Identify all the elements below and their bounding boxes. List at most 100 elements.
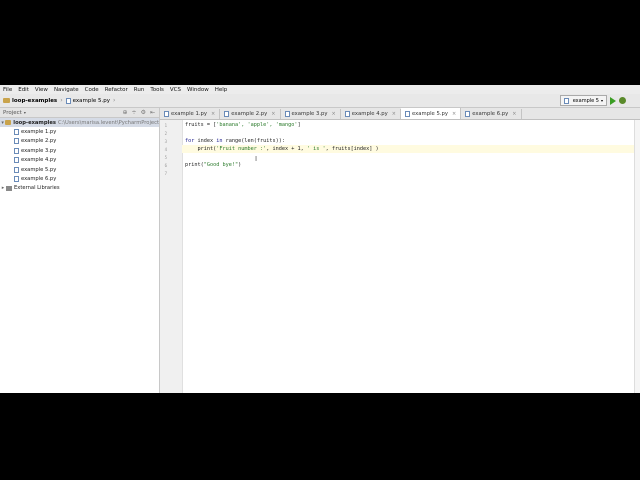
project-panel-header: Project ▾ ⊕ ÷ ⚙ ⇤ [0,108,159,118]
editor-area: example 1.py × example 2.py × example 3.… [160,108,640,393]
code-line-1[interactable]: fruits = ['banana', 'apple', 'mango'] [185,121,301,129]
python-file-icon [14,138,19,145]
tree-item-file[interactable]: example 2.py [0,137,159,146]
python-file-icon [224,111,230,117]
gear-icon[interactable]: ⚙ [141,109,146,116]
chevron-down-icon[interactable]: ▾ [24,110,26,115]
code-token: ] [297,122,301,128]
tree-item-file[interactable]: example 4.py [0,156,159,165]
tab-label: example 6.py [472,111,509,117]
python-file-icon [284,111,290,117]
tab-example-1[interactable]: example 1.py × [160,109,221,119]
code-string: ' is ' [306,146,326,152]
tree-file-label: example 4.py [21,157,57,164]
menu-vcs[interactable]: VCS [167,87,184,93]
pycharm-window: File Edit View Navigate Code Refactor Ru… [0,85,640,393]
code-token: index [194,138,217,144]
python-file-icon [405,110,410,117]
menu-help[interactable]: Help [212,87,231,93]
sync-icon[interactable]: ⊕ [123,109,128,116]
menu-bar: File Edit View Navigate Code Refactor Ru… [0,85,640,94]
tab-example-5[interactable]: example 5.py × [401,108,462,119]
tab-label: example 3.py [291,111,328,117]
tree-item-file[interactable]: example 3.py [0,146,159,155]
line-number: 6 [164,163,167,168]
close-icon[interactable]: × [392,111,396,117]
menu-tools[interactable]: Tools [147,87,167,93]
code-token: , fruits[index] ) [325,146,379,152]
code-string: "Good bye!" [203,162,239,168]
tree-item-file[interactable]: example 1.py [0,127,159,136]
breadcrumb-project[interactable]: loop-examples [0,95,60,106]
run-toolbar: example 5 ▾ [559,95,626,106]
line-number: 2 [164,131,167,136]
python-file-icon [563,97,569,104]
menu-view[interactable]: View [32,87,51,93]
tree-file-label: example 1.py [21,129,57,136]
python-file-icon [14,176,19,183]
tab-label: example 5.py [412,110,449,117]
tab-example-4[interactable]: example 4.py × [341,109,401,119]
close-icon[interactable]: × [271,111,275,117]
code-line-3[interactable]: for index in range(len(fruits)): [185,137,285,145]
tree-file-label: example 3.py [21,147,57,154]
menu-edit[interactable]: Edit [15,87,32,93]
code-string: 'Fruit number :' [216,146,267,152]
folder-icon [3,98,10,103]
breadcrumb-file[interactable]: example 5.py [63,95,113,106]
code-keyword: for [185,138,195,144]
menu-window[interactable]: Window [184,87,212,93]
menu-refactor[interactable]: Refactor [102,87,131,93]
tab-example-6[interactable]: example 6.py × [461,109,522,119]
python-file-icon [65,97,71,104]
close-icon[interactable]: × [332,111,336,117]
tab-label: example 2.py [231,111,268,117]
close-icon[interactable]: × [452,111,456,117]
debug-icon[interactable] [619,97,626,104]
tab-label: example 4.py [351,111,388,117]
run-icon[interactable] [610,96,616,105]
run-config-dropdown[interactable]: example 5 ▾ [559,95,607,106]
hide-icon[interactable]: ⇤ [150,109,155,116]
tab-example-2[interactable]: example 2.py × [220,109,281,119]
library-icon [6,185,12,191]
line-number: 1 [164,123,167,128]
menu-file[interactable]: File [0,87,15,93]
editor-tab-bar: example 1.py × example 2.py × example 3.… [160,108,640,120]
tab-label: example 1.py [171,111,208,117]
tree-item-file[interactable]: example 5.py [0,165,159,174]
python-file-icon [14,147,19,154]
tree-item-project-root[interactable]: ▾ loop-examples C:\Users\marisa.levent\P… [0,118,159,128]
menu-code[interactable]: Code [82,87,102,93]
tree-item-external-libraries[interactable]: ▸ External Libraries [0,184,159,193]
text-cursor-icon: I [255,155,258,163]
run-config-label: example 5 [572,97,599,104]
code-token: fruits = [ [185,122,217,128]
line-number: 7 [164,171,167,176]
tab-example-3[interactable]: example 3.py × [281,109,341,119]
code-editor[interactable]: fruits = ['banana', 'apple', 'mango'] fo… [182,120,640,390]
menu-run[interactable]: Run [131,87,148,93]
chevron-down-icon: ▾ [600,98,603,103]
folder-icon [5,120,12,126]
code-line-4[interactable]: print('Fruit number :', index + 1, ' is … [182,145,640,153]
breadcrumb-project-label: loop-examples [12,97,58,104]
project-panel-title[interactable]: Project [3,110,22,116]
tree-file-label: example 2.py [21,138,57,145]
close-icon[interactable]: × [211,111,215,117]
python-file-icon [465,111,471,117]
code-token: , index + 1, [266,146,307,152]
python-file-icon [14,166,19,173]
code-line-6[interactable]: print("Good bye!") [185,161,241,169]
close-icon[interactable]: × [512,111,516,117]
python-file-icon [164,111,169,117]
tree-item-file[interactable]: example 6.py [0,174,159,183]
menu-navigate[interactable]: Navigate [51,87,82,93]
collapse-icon[interactable]: ÷ [132,109,137,116]
code-token: print( [185,162,204,168]
line-number: 5 [164,155,167,160]
code-token: ) [238,162,242,168]
python-file-icon [344,111,350,117]
line-number: 4 [164,147,167,152]
tree-root-path: C:\Users\marisa.levent\PycharmProject [57,119,159,126]
